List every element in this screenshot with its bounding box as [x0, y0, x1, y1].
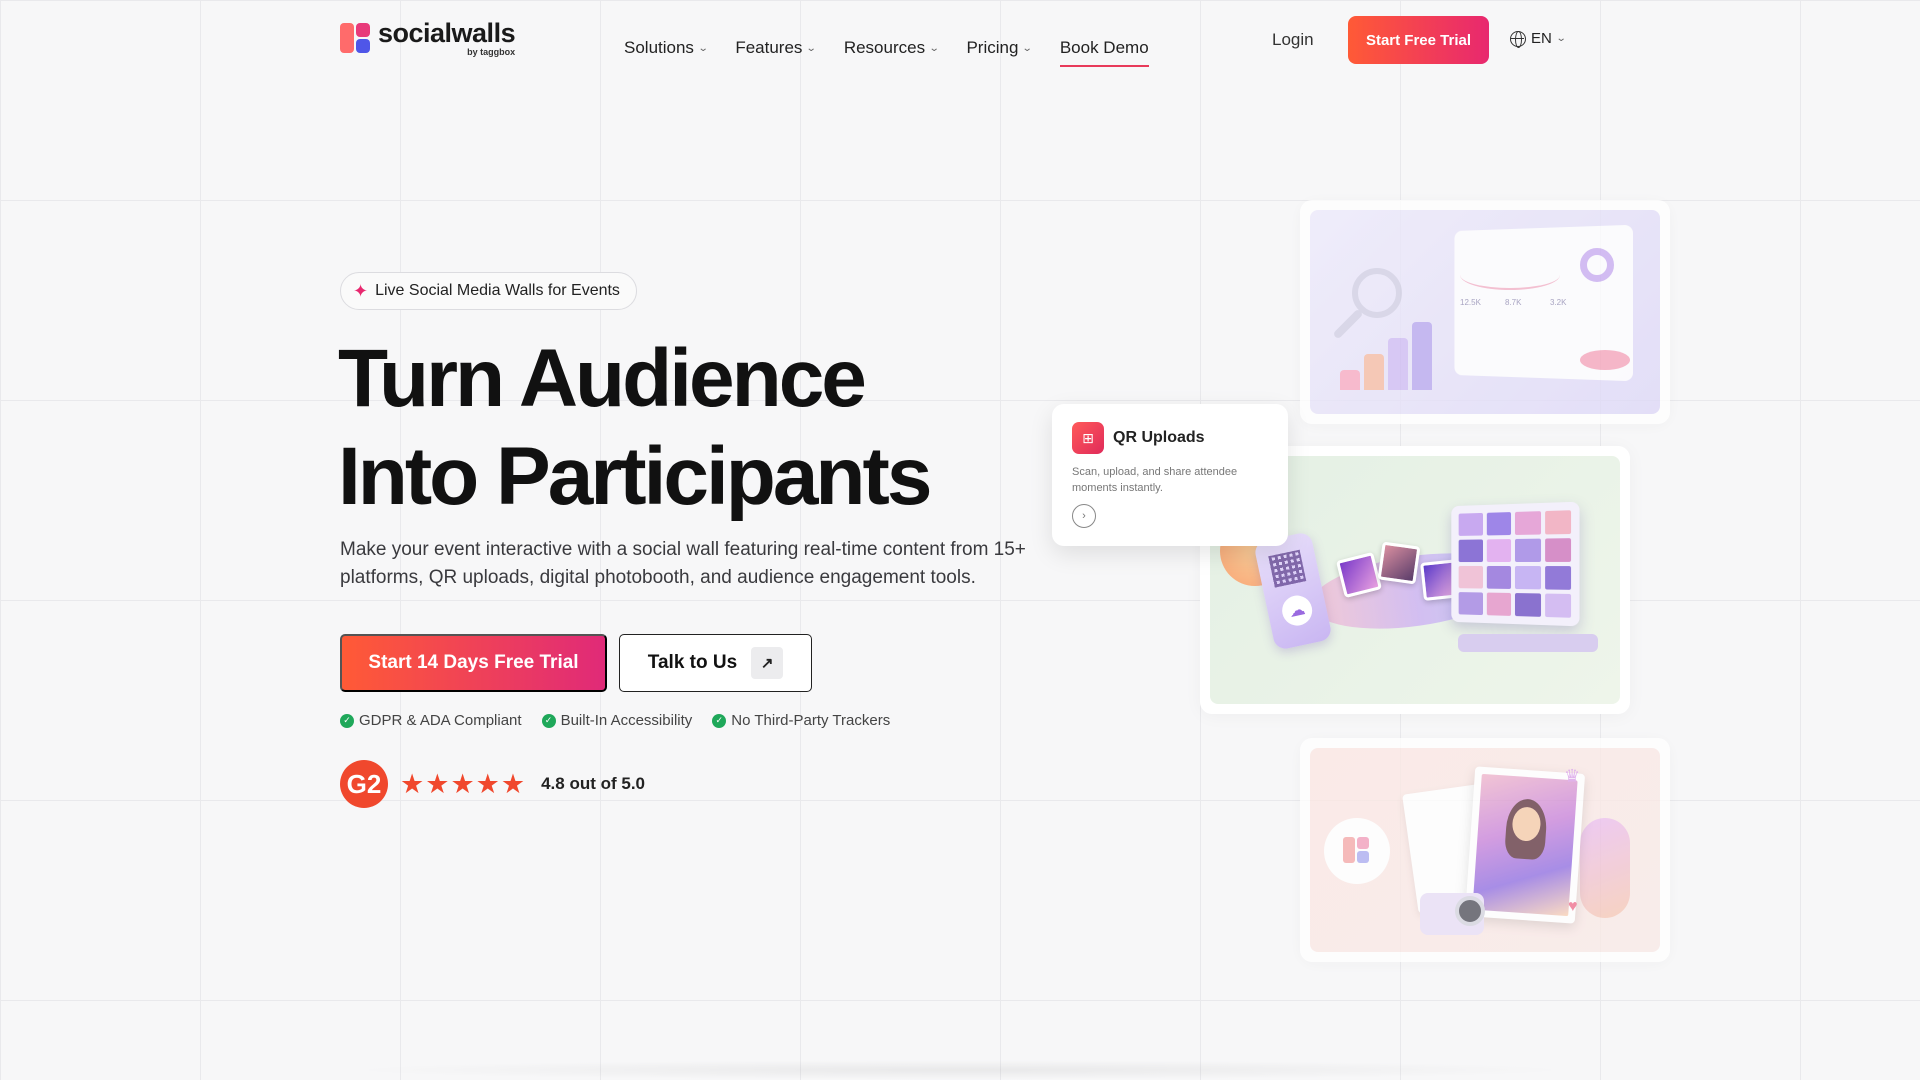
hero-badge-label: Live Social Media Walls for Events	[375, 282, 620, 299]
language-selector[interactable]: EN ⌄	[1510, 30, 1567, 48]
rating-stars: ★ ★ ★ ★ ★	[400, 769, 525, 800]
donut-chart-icon	[1580, 248, 1614, 282]
compliance-label: GDPR & ADA Compliant	[359, 712, 522, 729]
qr-code-icon: ⊞	[1072, 422, 1104, 454]
check-circle-icon: ✓	[712, 713, 727, 728]
social-wall-screen	[1451, 501, 1580, 627]
headline-line-2: Into Participants	[338, 431, 932, 522]
socialwalls-logo-icon	[1324, 818, 1390, 884]
menu-label: Solutions	[624, 38, 694, 57]
globe-icon	[1510, 30, 1526, 48]
sparkle-icon: ✦	[353, 280, 369, 301]
top-navigation: socialwalls by taggbox Solutions ⌄ Featu…	[0, 0, 1920, 80]
menu-item-solutions[interactable]: Solutions ⌄	[624, 38, 709, 58]
menu-label: Features	[735, 38, 803, 57]
socialwalls-logo[interactable]: socialwalls by taggbox	[340, 18, 516, 57]
star-icon: ★	[450, 768, 475, 799]
stat-value: 8.7K	[1505, 298, 1522, 307]
phone-icon: ☁	[1253, 531, 1333, 651]
compliance-item: ✓ Built-In Accessibility	[541, 712, 693, 729]
menu-label: Resources	[843, 38, 926, 57]
analytics-illustration: 12.5K 8.7K 3.2K	[1310, 210, 1660, 414]
arrow-up-right-icon: ↗	[751, 647, 784, 679]
section-divider-shadow	[340, 1060, 1580, 1080]
logo-by-line: by taggbox	[467, 47, 516, 57]
check-circle-icon: ✓	[340, 713, 354, 728]
login-link[interactable]: Login	[1272, 30, 1314, 50]
qr-card-description: Scan, upload, and share attendee moments…	[1072, 466, 1238, 494]
compliance-list: ✓ GDPR & ADA Compliant ✓ Built-In Access…	[340, 712, 890, 729]
logo-name: socialwalls	[378, 18, 516, 48]
star-icon: ★	[425, 768, 450, 799]
menu-label: Book Demo	[1059, 38, 1149, 57]
crown-icon: ♛	[1564, 766, 1581, 786]
stat-value: 3.2K	[1550, 298, 1567, 307]
menu-item-features[interactable]: Features ⌄	[735, 38, 818, 58]
start-14-days-trial-button[interactable]: Start 14 Days Free Trial	[340, 634, 607, 692]
menu-label: Pricing	[966, 38, 1019, 57]
star-icon: ★	[475, 768, 500, 799]
logo-mark-icon	[340, 22, 370, 55]
chevron-down-icon: ⌄	[928, 42, 940, 54]
cloud-upload-icon: ☁	[1279, 592, 1315, 629]
compliance-item: ✓ GDPR & ADA Compliant	[340, 712, 522, 729]
qr-uploads-card[interactable]: ⊞ QR Uploads Scan, upload, and share att…	[1052, 404, 1288, 546]
compliance-item: ✓ No Third-Party Trackers	[712, 712, 890, 729]
talk-to-us-button[interactable]: Talk to Us ↗	[619, 634, 812, 692]
photobooth-illustration: ♛ ♥	[1310, 748, 1660, 952]
qr-card-title: QR Uploads	[1113, 429, 1205, 446]
heart-icon: ♥	[1568, 898, 1578, 915]
chevron-down-icon: ⌄	[697, 42, 709, 54]
qr-code-icon	[1268, 549, 1307, 588]
main-menu: Solutions ⌄ Features ⌄ Resources ⌄ Prici…	[624, 29, 1149, 67]
hero-description: Make your event interactive with a socia…	[340, 539, 1026, 588]
chevron-right-icon[interactable]: ›	[1072, 504, 1096, 528]
menu-item-resources[interactable]: Resources ⌄	[843, 38, 940, 58]
compliance-label: No Third-Party Trackers	[731, 712, 891, 729]
star-icon: ★	[500, 768, 526, 799]
language-code: EN	[1531, 30, 1552, 47]
check-circle-icon: ✓	[541, 713, 556, 728]
hero-headline: Turn Audience Into Participants	[338, 330, 932, 526]
chevron-down-icon: ⌄	[1022, 42, 1034, 54]
menu-item-pricing[interactable]: Pricing ⌄	[966, 38, 1034, 58]
photo-thumbnail	[1377, 541, 1421, 585]
analytics-dashboard-card: 12.5K 8.7K 3.2K	[1300, 200, 1670, 424]
photobooth-card: ♛ ♥	[1300, 738, 1670, 962]
g2-rating: G2 ★ ★ ★ ★ ★ 4.8 out of 5.0	[340, 760, 645, 808]
star-icon: ★	[400, 768, 425, 799]
chevron-down-icon: ⌄	[806, 42, 818, 54]
stat-value: 12.5K	[1460, 298, 1481, 307]
start-free-trial-button[interactable]: Start Free Trial	[1348, 16, 1489, 64]
hero-badge: ✦ Live Social Media Walls for Events	[340, 272, 637, 310]
talk-to-us-label: Talk to Us	[647, 652, 738, 673]
headline-line-1: Turn Audience	[338, 333, 867, 424]
compliance-label: Built-In Accessibility	[560, 712, 693, 729]
g2-logo-icon: G2	[340, 760, 388, 808]
rating-text: 4.8 out of 5.0	[541, 774, 646, 793]
menu-item-book-demo[interactable]: Book Demo	[1059, 38, 1149, 67]
chevron-down-icon: ⌄	[1555, 33, 1567, 44]
